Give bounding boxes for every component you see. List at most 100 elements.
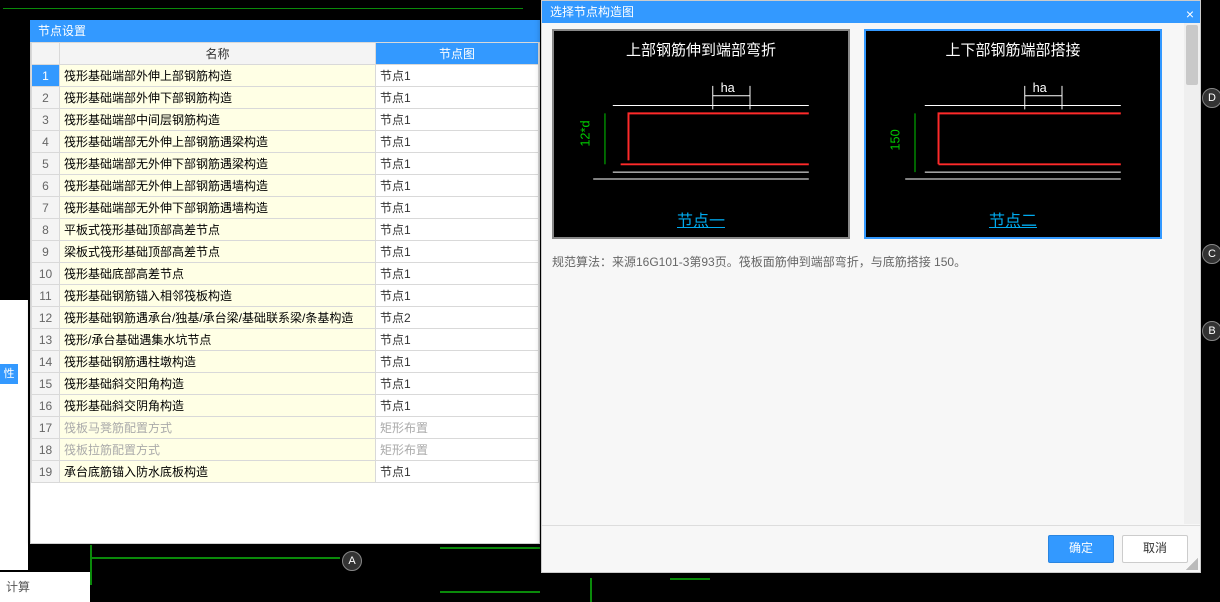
row-value[interactable]: 节点1 [376, 329, 539, 351]
node-table[interactable]: 名称 节点图 1筏形基础端部外伸上部钢筋构造节点12筏形基础端部外伸下部钢筋构造… [31, 42, 539, 483]
thumb1-link[interactable]: 节点一 [677, 213, 725, 230]
node-option-2[interactable]: 上下部钢筋端部搭接 ha 150 节点二 [864, 29, 1162, 239]
axis-marker-c: C [1202, 244, 1220, 264]
row-value[interactable]: 节点1 [376, 351, 539, 373]
row-name[interactable]: 筏形基础端部中间层钢筋构造 [60, 109, 376, 131]
resize-handle-icon[interactable] [1186, 558, 1198, 570]
thumb2-link[interactable]: 节点二 [989, 213, 1037, 230]
row-value[interactable]: 矩形布置 [376, 439, 539, 461]
side-tab[interactable]: 性值 [0, 364, 18, 384]
row-name[interactable]: 筏形基础钢筋遇承台/独基/承台梁/基础联系梁/条基构造 [60, 307, 376, 329]
table-row[interactable]: 5筏形基础端部无外伸下部钢筋遇梁构造节点1 [32, 153, 539, 175]
row-name[interactable]: 筏形基础钢筋遇柱墩构造 [60, 351, 376, 373]
table-row[interactable]: 1筏形基础端部外伸上部钢筋构造节点1 [32, 65, 539, 87]
table-row[interactable]: 4筏形基础端部无外伸上部钢筋遇梁构造节点1 [32, 131, 539, 153]
row-number[interactable]: 7 [32, 197, 60, 219]
table-row[interactable]: 11筏形基础钢筋锚入相邻筏板构造节点1 [32, 285, 539, 307]
row-number[interactable]: 9 [32, 241, 60, 263]
row-value[interactable]: 节点1 [376, 87, 539, 109]
row-value[interactable]: 节点1 [376, 373, 539, 395]
row-number[interactable]: 16 [32, 395, 60, 417]
row-value[interactable]: 节点1 [376, 395, 539, 417]
row-value[interactable]: 节点1 [376, 109, 539, 131]
row-number[interactable]: 17 [32, 417, 60, 439]
table-row[interactable]: 10筏形基础底部高差节点节点1 [32, 263, 539, 285]
row-number[interactable]: 6 [32, 175, 60, 197]
axis-marker-d: D [1202, 88, 1220, 108]
col-node[interactable]: 节点图 [376, 43, 539, 65]
row-name[interactable]: 筏形/承台基础遇集水坑节点 [60, 329, 376, 351]
row-number[interactable]: 13 [32, 329, 60, 351]
row-value[interactable]: 节点1 [376, 153, 539, 175]
row-name[interactable]: 筏形基础端部无外伸上部钢筋遇墙构造 [60, 175, 376, 197]
svg-text:ha: ha [721, 80, 736, 95]
row-number[interactable]: 18 [32, 439, 60, 461]
row-name[interactable]: 筏形基础钢筋锚入相邻筏板构造 [60, 285, 376, 307]
row-value[interactable]: 节点2 [376, 307, 539, 329]
row-name[interactable]: 筏形基础斜交阴角构造 [60, 395, 376, 417]
dialog-titlebar[interactable]: 选择节点构造图 × [542, 1, 1200, 23]
row-name[interactable]: 筏形基础端部无外伸下部钢筋遇梁构造 [60, 153, 376, 175]
panel-title[interactable]: 节点设置 [30, 20, 540, 42]
row-number[interactable]: 2 [32, 87, 60, 109]
dialog-title: 选择节点构造图 [550, 5, 634, 19]
row-name[interactable]: 筏形基础底部高差节点 [60, 263, 376, 285]
node-settings-panel: 节点设置 名称 节点图 1筏形基础端部外伸上部钢筋构造节点12筏形基础端部外伸下… [30, 20, 540, 544]
table-row[interactable]: 13筏形/承台基础遇集水坑节点节点1 [32, 329, 539, 351]
row-name[interactable]: 筏形基础斜交阳角构造 [60, 373, 376, 395]
table-row[interactable]: 18筏板拉筋配置方式矩形布置 [32, 439, 539, 461]
ok-button[interactable]: 确定 [1048, 535, 1114, 563]
row-number[interactable]: 12 [32, 307, 60, 329]
row-value[interactable]: 节点1 [376, 285, 539, 307]
table-row[interactable]: 14筏形基础钢筋遇柱墩构造节点1 [32, 351, 539, 373]
cancel-button[interactable]: 取消 [1122, 535, 1188, 563]
close-icon[interactable]: × [1186, 3, 1194, 25]
row-name[interactable]: 筏形基础端部外伸上部钢筋构造 [60, 65, 376, 87]
table-row[interactable]: 9梁板式筏形基础顶部高差节点节点1 [32, 241, 539, 263]
row-value[interactable]: 节点1 [376, 241, 539, 263]
row-value[interactable]: 节点1 [376, 263, 539, 285]
row-name[interactable]: 筏形基础端部无外伸下部钢筋遇墙构造 [60, 197, 376, 219]
table-row[interactable]: 8平板式筏形基础顶部高差节点节点1 [32, 219, 539, 241]
row-value[interactable]: 节点1 [376, 461, 539, 483]
table-row[interactable]: 2筏形基础端部外伸下部钢筋构造节点1 [32, 87, 539, 109]
left-sidebar-strip: 性值 [0, 300, 28, 570]
row-name[interactable]: 梁板式筏形基础顶部高差节点 [60, 241, 376, 263]
table-row[interactable]: 15筏形基础斜交阳角构造节点1 [32, 373, 539, 395]
row-name[interactable]: 筏形基础端部外伸下部钢筋构造 [60, 87, 376, 109]
row-value[interactable]: 节点1 [376, 131, 539, 153]
row-value[interactable]: 节点1 [376, 65, 539, 87]
row-number[interactable]: 19 [32, 461, 60, 483]
row-number[interactable]: 14 [32, 351, 60, 373]
row-value[interactable]: 节点1 [376, 175, 539, 197]
table-row[interactable]: 3筏形基础端部中间层钢筋构造节点1 [32, 109, 539, 131]
row-number[interactable]: 10 [32, 263, 60, 285]
row-name[interactable]: 筏板拉筋配置方式 [60, 439, 376, 461]
table-row[interactable]: 12筏形基础钢筋遇承台/独基/承台梁/基础联系梁/条基构造节点2 [32, 307, 539, 329]
node-option-1[interactable]: 上部钢筋伸到端部弯折 ha 12*d 节点一 [552, 29, 850, 239]
row-number[interactable]: 5 [32, 153, 60, 175]
table-row[interactable]: 6筏形基础端部无外伸上部钢筋遇墙构造节点1 [32, 175, 539, 197]
row-name[interactable]: 平板式筏形基础顶部高差节点 [60, 219, 376, 241]
row-number[interactable]: 8 [32, 219, 60, 241]
row-name[interactable]: 筏板马凳筋配置方式 [60, 417, 376, 439]
table-row[interactable]: 7筏形基础端部无外伸下部钢筋遇墙构造节点1 [32, 197, 539, 219]
row-name[interactable]: 承台底筋锚入防水底板构造 [60, 461, 376, 483]
row-value[interactable]: 节点1 [376, 219, 539, 241]
table-row[interactable]: 16筏形基础斜交阴角构造节点1 [32, 395, 539, 417]
col-name[interactable]: 名称 [60, 43, 376, 65]
row-number[interactable]: 1 [32, 65, 60, 87]
svg-text:ha: ha [1033, 80, 1048, 95]
row-number[interactable]: 4 [32, 131, 60, 153]
table-row[interactable]: 19承台底筋锚入防水底板构造节点1 [32, 461, 539, 483]
thumb1-caption: 上部钢筋伸到端部弯折 [554, 39, 848, 60]
row-name[interactable]: 筏形基础端部无外伸上部钢筋遇梁构造 [60, 131, 376, 153]
row-number[interactable]: 15 [32, 373, 60, 395]
table-row[interactable]: 17筏板马凳筋配置方式矩形布置 [32, 417, 539, 439]
row-value[interactable]: 矩形布置 [376, 417, 539, 439]
row-number[interactable]: 11 [32, 285, 60, 307]
row-value[interactable]: 节点1 [376, 197, 539, 219]
row-number[interactable]: 3 [32, 109, 60, 131]
col-rownum [32, 43, 60, 65]
svg-text:12*d: 12*d [577, 120, 592, 146]
